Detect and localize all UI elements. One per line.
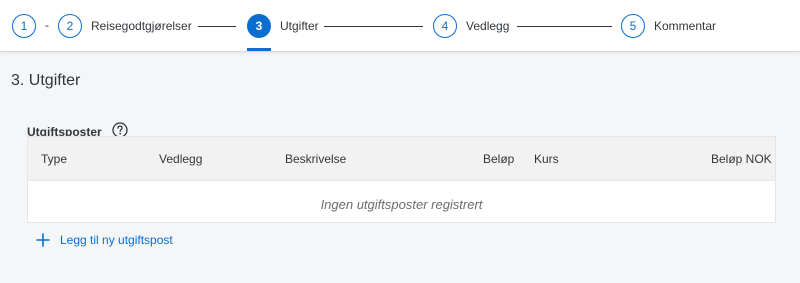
table-header: Type Vedlegg Beskrivelse Beløp Kurs Belø… [28,137,775,181]
expenses-table: Type Vedlegg Beskrivelse Beløp Kurs Belø… [27,136,776,223]
wizard-step-5-label[interactable]: Kommentar [654,19,716,33]
wizard-step-2[interactable]: 2 [58,14,82,38]
table-empty-message: Ingen utgiftsposter registrert [320,197,483,212]
wizard-step-4[interactable]: 4 [433,14,457,38]
column-header-amount-nok[interactable]: Beløp NOK [711,152,772,166]
column-header-rate[interactable]: Kurs [534,152,559,166]
wizard-step-2-label[interactable]: Reisegodtgjørelser [91,19,192,33]
wizard-step-5[interactable]: 5 [621,14,645,38]
wizard-step-3-label[interactable]: Utgifter [280,19,319,33]
step-connector [198,26,236,27]
plus-icon [36,233,50,247]
step-connector [517,26,612,27]
wizard-step-4-label[interactable]: Vedlegg [466,19,509,33]
page-title: 3. Utgifter [11,72,81,89]
column-header-description[interactable]: Beskrivelse [285,152,346,166]
step-separator: - [45,18,49,32]
active-step-indicator [247,48,271,51]
add-expense-label: Legg til ny utgiftspost [60,233,173,247]
column-header-type[interactable]: Type [41,152,67,166]
column-header-amount[interactable]: Beløp [483,152,514,166]
wizard-step-3[interactable]: 3 [247,14,271,38]
step-connector [324,26,423,27]
wizard-progress-bar: 1 - 2 Reisegodtgjørelser 3 Utgifter 4 Ve… [0,0,800,52]
column-header-attachment[interactable]: Vedlegg [159,152,202,166]
add-expense-button[interactable]: Legg til ny utgiftspost [36,233,173,247]
wizard-step-1[interactable]: 1 [12,14,36,38]
